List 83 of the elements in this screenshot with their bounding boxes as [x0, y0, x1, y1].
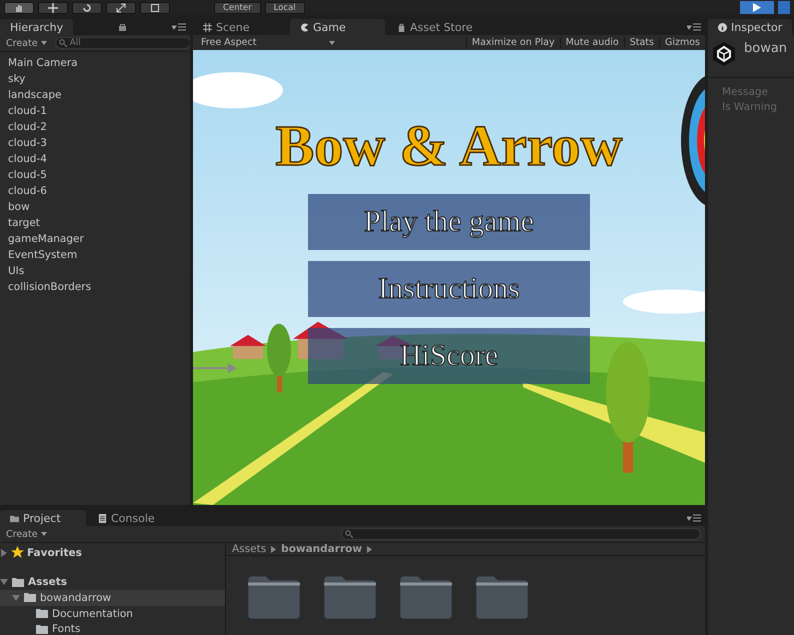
tree-item[interactable]: Documentation: [0, 606, 225, 622]
field-label: Message: [721, 85, 770, 98]
folder-icon: [35, 608, 49, 619]
menu-icon[interactable]: [172, 23, 186, 31]
caret-icon: [40, 532, 47, 536]
panel-tab[interactable]: Project: [0, 510, 86, 526]
breadcrumb-item[interactable]: Assets: [232, 543, 266, 555]
rect-icon: [150, 2, 160, 12]
hierarchy-item[interactable]: sky: [8, 71, 182, 87]
folder-icon[interactable]: [474, 574, 530, 620]
move-icon: [48, 2, 58, 12]
folder-icon[interactable]: [398, 574, 454, 620]
hierarchy-item[interactable]: landscape: [8, 87, 182, 103]
panel-tab[interactable]: Scene: [193, 19, 288, 35]
rect-tool-button[interactable]: [140, 2, 170, 14]
hierarchy-item[interactable]: target: [8, 215, 182, 231]
game-title: Bow & Arrow: [276, 112, 622, 179]
search-field[interactable]: [340, 528, 701, 540]
hierarchy-item[interactable]: UIs: [8, 263, 182, 279]
pivot-button[interactable]: Center: [214, 2, 261, 14]
game-toolbar-button[interactable]: Mute audio: [560, 37, 624, 48]
hierarchy-item[interactable]: gameManager: [8, 231, 182, 247]
tree-item[interactable]: bowandarrow: [0, 590, 225, 606]
pivot-button[interactable]: Local: [264, 2, 305, 14]
hierarchy-item[interactable]: collisionBorders: [8, 279, 182, 295]
search-icon: [58, 39, 67, 47]
lock-icon[interactable]: [119, 23, 126, 31]
collapsed-arrow-icon[interactable]: [0, 548, 8, 557]
breadcrumb-item[interactable]: bowandarrow: [281, 543, 362, 555]
rotate-tool-button[interactable]: [72, 2, 102, 14]
hierarchy-item[interactable]: cloud-3: [8, 135, 182, 151]
panel-tab[interactable]: Asset Store: [387, 19, 497, 35]
search-icon: [344, 530, 353, 538]
create-dropdown[interactable]: Create: [4, 528, 49, 540]
field-label: Is Warning: [721, 100, 778, 113]
hierarchy-item[interactable]: bow: [8, 199, 182, 215]
scale-icon: [116, 2, 126, 12]
grid-icon: [203, 22, 212, 32]
hierarchy-tab[interactable]: Hierarchy: [0, 19, 74, 35]
folder-icon: [10, 514, 19, 522]
tree-item[interactable]: Fonts: [0, 621, 225, 635]
bag-icon: [397, 22, 406, 32]
menu-icon[interactable]: [687, 23, 701, 31]
game-toolbar-button[interactable]: Maximize on Play: [466, 37, 560, 48]
folder-icon[interactable]: [246, 574, 302, 620]
folder-icon: [11, 576, 25, 588]
search-field[interactable]: All: [54, 37, 190, 49]
star-icon: [11, 546, 24, 560]
cube-logo-icon: [712, 41, 736, 67]
caret-icon: [271, 546, 276, 552]
folder-icon[interactable]: [322, 574, 378, 620]
rotate-icon: [82, 2, 92, 12]
aspect-dropdown[interactable]: Free Aspect: [193, 37, 343, 48]
caret-icon: [40, 41, 47, 45]
caret-icon: [329, 40, 335, 44]
caret-icon: [367, 546, 372, 552]
document-icon: [98, 514, 107, 522]
hierarchy-item[interactable]: cloud-4: [8, 151, 182, 167]
game-toolbar-button[interactable]: Gizmos: [658, 37, 705, 48]
folder-icon: [35, 624, 49, 635]
hierarchy-item[interactable]: cloud-5: [8, 167, 182, 183]
game-toolbar-button[interactable]: Stats: [624, 37, 659, 48]
menu-icon[interactable]: [687, 514, 701, 522]
tree-item[interactable]: Assets: [0, 574, 225, 590]
hierarchy-item[interactable]: Main Camera: [8, 55, 182, 71]
hierarchy-item[interactable]: cloud-1: [8, 103, 182, 119]
panel-tab[interactable]: Console: [88, 510, 174, 526]
object-name: bowan: [744, 41, 788, 56]
hierarchy-item[interactable]: cloud-2: [8, 119, 182, 135]
play-icon: [753, 3, 761, 12]
inspector-tab[interactable]: Inspector: [708, 19, 792, 35]
create-dropdown[interactable]: Create: [4, 38, 49, 48]
favorites-item[interactable]: Favorites: [0, 545, 225, 561]
play-button[interactable]: [740, 1, 774, 14]
move-tool-button[interactable]: [38, 2, 68, 14]
pacman-icon: [300, 22, 309, 32]
hierarchy-item[interactable]: cloud-6: [8, 183, 182, 199]
info-icon: [718, 22, 727, 32]
hand-tool-button[interactable]: [4, 2, 34, 14]
scale-tool-button[interactable]: [106, 2, 136, 14]
folder-icon: [23, 592, 37, 604]
hierarchy-item[interactable]: EventSystem: [8, 247, 182, 263]
panel-tab[interactable]: Game: [290, 19, 385, 35]
